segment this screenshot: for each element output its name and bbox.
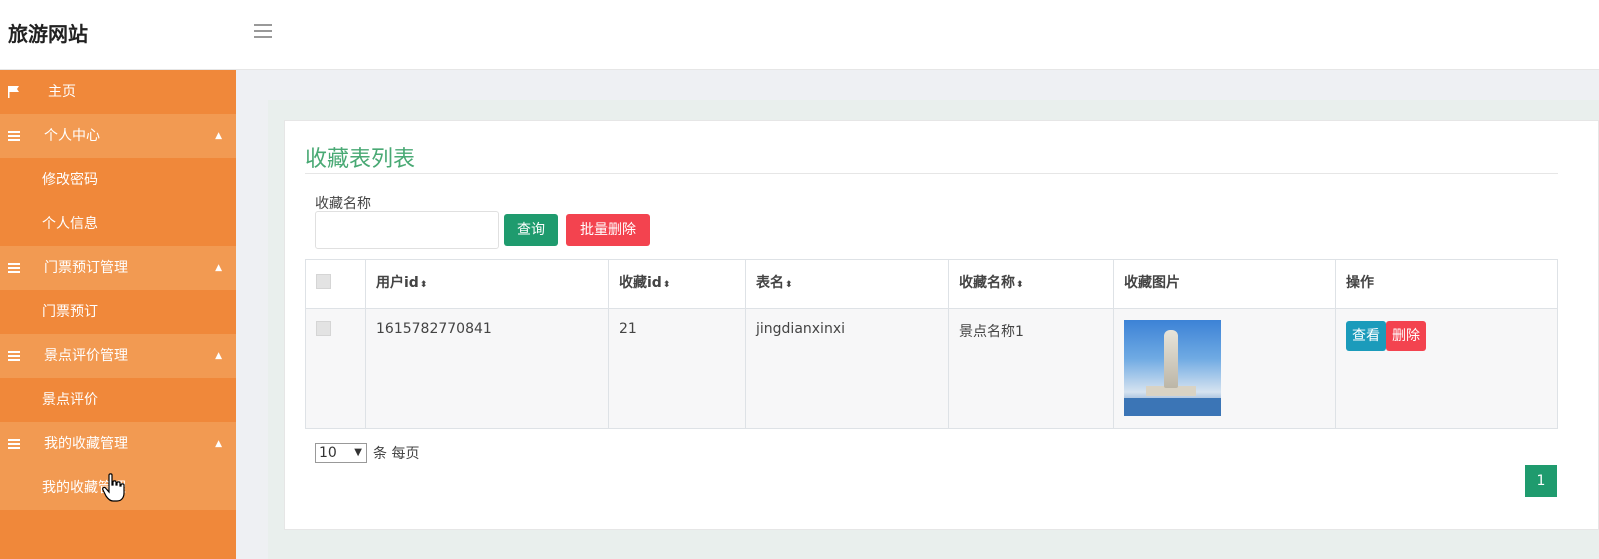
title-divider xyxy=(305,173,1558,174)
sidebar-group-review[interactable]: 景点评价管理 ▲ xyxy=(0,334,236,378)
sidebar-item-label: 门票预订 xyxy=(42,304,98,320)
page-size-select[interactable]: 10 ▼ xyxy=(315,443,367,463)
column-header-fav-name[interactable]: 收藏名称⬍ xyxy=(948,259,1114,309)
main-area: 收藏表列表 收藏名称 查询 批量删除 用户id⬍ 收藏id⬍ 表名⬍ 收藏名称⬍… xyxy=(236,70,1599,559)
list-card: 收藏表列表 收藏名称 查询 批量删除 用户id⬍ 收藏id⬍ 表名⬍ 收藏名称⬍… xyxy=(284,120,1599,530)
row-select-cell xyxy=(305,308,366,429)
list-icon xyxy=(8,351,20,361)
batch-delete-button[interactable]: 批量删除 xyxy=(566,214,650,246)
column-header-label: 收藏名称 xyxy=(959,275,1015,291)
caret-up-icon: ▲ xyxy=(215,131,222,141)
sidebar-item-label: 个人中心 xyxy=(44,128,100,144)
sidebar-item-label: 景点评价管理 xyxy=(44,348,128,364)
sort-icon: ⬍ xyxy=(419,280,428,290)
sidebar-item-ticket-booking[interactable]: 门票预订 xyxy=(0,290,236,334)
list-icon xyxy=(8,263,20,273)
caret-up-icon: ▲ xyxy=(215,263,222,273)
page-size-suffix: 条 每页 xyxy=(373,446,420,462)
select-all-cell xyxy=(305,259,366,309)
hand-cursor-icon xyxy=(102,473,125,502)
top-bar: 旅游网站 xyxy=(0,0,1599,70)
content-wrapper: 收藏表列表 收藏名称 查询 批量删除 用户id⬍ 收藏id⬍ 表名⬍ 收藏名称⬍… xyxy=(268,100,1599,559)
cell-user-id: 1615782770841 xyxy=(365,308,609,429)
sidebar-item-label: 景点评价 xyxy=(42,392,98,408)
column-header-actions: 操作 xyxy=(1335,259,1558,309)
flag-icon xyxy=(8,86,19,98)
caret-up-icon: ▲ xyxy=(215,351,222,361)
column-header-label: 收藏图片 xyxy=(1124,275,1180,291)
sidebar-item-label: 主页 xyxy=(48,84,76,100)
sidebar-group-ticket[interactable]: 门票预订管理 ▲ xyxy=(0,246,236,290)
sidebar-item-home[interactable]: 主页 xyxy=(0,70,236,114)
column-header-user-id[interactable]: 用户id⬍ xyxy=(365,259,609,309)
search-input[interactable] xyxy=(315,211,499,249)
sidebar-item-label: 修改密码 xyxy=(42,172,98,188)
caret-up-icon: ▲ xyxy=(215,439,222,449)
delete-button[interactable]: 删除 xyxy=(1386,321,1426,351)
select-all-checkbox[interactable] xyxy=(316,274,331,289)
column-header-label: 表名 xyxy=(756,275,784,291)
sidebar-item-label: 个人信息 xyxy=(42,216,98,232)
row-checkbox[interactable] xyxy=(316,321,331,336)
sidebar-group-favorites[interactable]: 我的收藏管理 ▲ xyxy=(0,422,236,466)
view-button[interactable]: 查看 xyxy=(1346,321,1386,351)
column-header-label: 收藏id xyxy=(619,275,662,291)
column-header-fav-image: 收藏图片 xyxy=(1113,259,1336,309)
search-label: 收藏名称 xyxy=(315,196,371,212)
menu-toggle-icon[interactable] xyxy=(254,24,272,38)
column-header-fav-id[interactable]: 收藏id⬍ xyxy=(608,259,746,309)
cell-fav-image xyxy=(1113,308,1336,429)
table-row: 1615782770841 21 jingdianxinxi 景点名称1 查看 … xyxy=(305,308,1558,429)
brand-title: 旅游网站 xyxy=(8,22,88,46)
favorites-table: 用户id⬍ 收藏id⬍ 表名⬍ 收藏名称⬍ 收藏图片 操作 1615782770… xyxy=(305,259,1558,429)
column-header-label: 操作 xyxy=(1346,275,1374,291)
sort-icon: ⬍ xyxy=(1016,280,1024,290)
sort-icon: ⬍ xyxy=(662,280,671,290)
column-header-label: 用户id xyxy=(376,275,419,291)
cell-fav-name: 景点名称1 xyxy=(948,308,1114,429)
query-button[interactable]: 查询 xyxy=(504,214,558,246)
sidebar-item-label: 我的收藏管理 xyxy=(44,436,128,452)
sidebar-item-personal-info[interactable]: 个人信息 xyxy=(0,202,236,246)
cell-actions: 查看 删除 xyxy=(1335,308,1558,429)
cell-fav-id: 21 xyxy=(608,308,746,429)
sidebar-group-personal[interactable]: 个人中心 ▲ xyxy=(0,114,236,158)
page-size-value: 10 xyxy=(319,445,337,461)
list-icon xyxy=(8,131,20,141)
sidebar-item-label: 门票预订管理 xyxy=(44,260,128,276)
column-header-table-name[interactable]: 表名⬍ xyxy=(745,259,949,309)
pagination-page-button[interactable]: 1 xyxy=(1525,465,1557,497)
page-title: 收藏表列表 xyxy=(305,147,416,172)
sort-icon: ⬍ xyxy=(785,280,793,290)
sidebar-item-review[interactable]: 景点评价 xyxy=(0,378,236,422)
statue-thumbnail xyxy=(1124,320,1221,416)
list-icon xyxy=(8,439,20,449)
sidebar-item-change-password[interactable]: 修改密码 xyxy=(0,158,236,202)
cell-table-name: jingdianxinxi xyxy=(745,308,949,429)
dropdown-arrow-icon: ▼ xyxy=(354,447,362,458)
table-header-row: 用户id⬍ 收藏id⬍ 表名⬍ 收藏名称⬍ 收藏图片 操作 xyxy=(305,259,1558,309)
